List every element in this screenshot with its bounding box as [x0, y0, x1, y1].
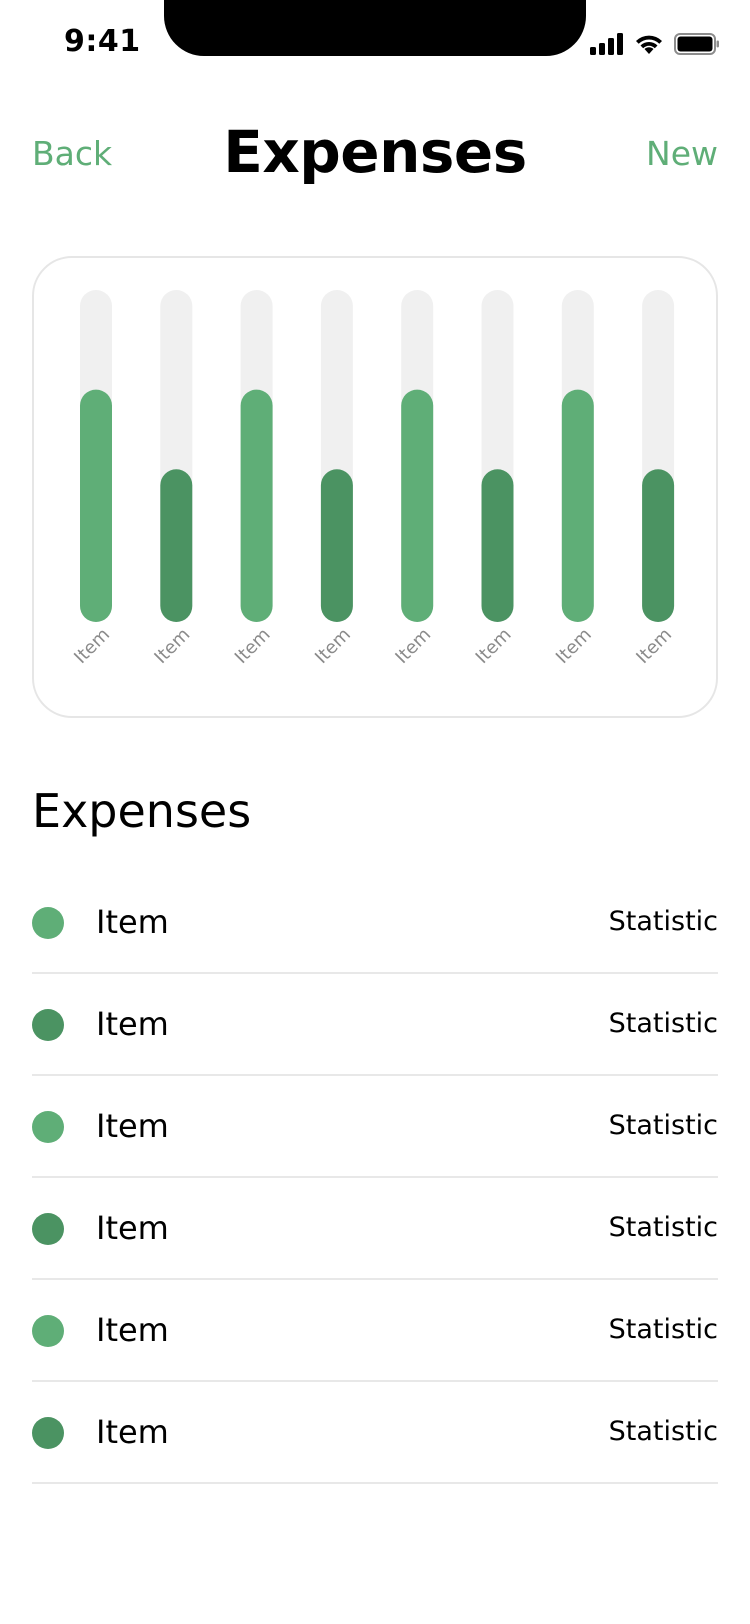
- x-tick-label: Item: [231, 624, 275, 668]
- item-statistic: Statistic: [608, 1212, 718, 1243]
- color-dot: [32, 1111, 64, 1143]
- expenses-list: Item Statistic Item Statistic Item Stati…: [32, 872, 718, 1484]
- page-title: Expenses: [223, 118, 527, 186]
- x-tick-label: Item: [552, 624, 596, 668]
- list-item[interactable]: Item Statistic: [32, 1076, 718, 1178]
- item-label: Item: [96, 1209, 169, 1247]
- x-tick-label: Item: [632, 624, 676, 668]
- item-label: Item: [96, 1107, 169, 1145]
- section-title: Expenses: [32, 784, 252, 838]
- item-statistic: Statistic: [608, 1416, 718, 1447]
- color-dot: [32, 1009, 64, 1041]
- list-item[interactable]: Item Statistic: [32, 1382, 718, 1484]
- list-item[interactable]: Item Statistic: [32, 872, 718, 974]
- item-statistic: Statistic: [608, 1314, 718, 1345]
- list-item[interactable]: Item Statistic: [32, 1280, 718, 1382]
- new-button[interactable]: New: [646, 134, 718, 173]
- item-label: Item: [96, 1413, 169, 1451]
- x-tick-label: Item: [391, 624, 435, 668]
- color-dot: [32, 907, 64, 939]
- color-dot: [32, 1315, 64, 1347]
- item-statistic: Statistic: [608, 906, 718, 937]
- item-statistic: Statistic: [608, 1008, 718, 1039]
- item-statistic: Statistic: [608, 1110, 718, 1141]
- status-bar: 9:41: [0, 0, 750, 90]
- device-notch: [164, 0, 586, 56]
- list-item[interactable]: Item Statistic: [32, 974, 718, 1076]
- color-dot: [32, 1213, 64, 1245]
- x-tick-label: Item: [472, 624, 516, 668]
- signal-icon: [590, 32, 624, 60]
- chart-bar[interactable]: [401, 389, 434, 622]
- chart-bar[interactable]: [160, 469, 193, 622]
- expenses-bar-chart: Item Item Item Item Item Item Item Item: [70, 290, 676, 668]
- chart-bar[interactable]: [561, 389, 594, 622]
- expenses-chart-card: Item Item Item Item Item Item Item Item: [32, 256, 718, 718]
- item-label: Item: [96, 1311, 169, 1349]
- chart-bar[interactable]: [320, 469, 353, 622]
- x-tick-label: Item: [70, 624, 114, 668]
- item-label: Item: [96, 903, 169, 941]
- item-label: Item: [96, 1005, 169, 1043]
- status-icons: [590, 30, 720, 62]
- wifi-icon: [634, 33, 664, 60]
- chart-bar[interactable]: [80, 389, 112, 622]
- chart-bar[interactable]: [481, 469, 514, 622]
- battery-icon: [674, 32, 720, 60]
- x-tick-label: Item: [311, 624, 355, 668]
- status-time: 9:41: [64, 24, 141, 59]
- chart-bar[interactable]: [240, 389, 273, 622]
- list-item[interactable]: Item Statistic: [32, 1178, 718, 1280]
- x-tick-label: Item: [150, 624, 194, 668]
- color-dot: [32, 1417, 64, 1449]
- chart-bar[interactable]: [642, 469, 675, 622]
